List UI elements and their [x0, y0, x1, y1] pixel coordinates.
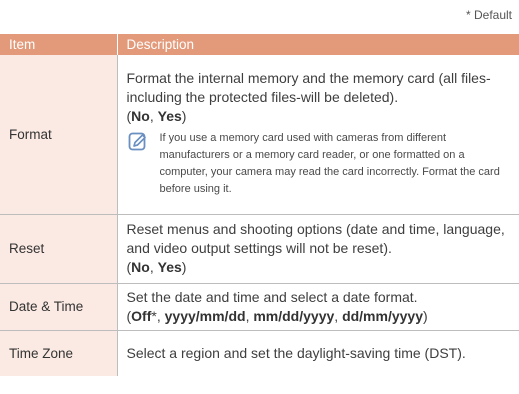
format-description-text: Format the internal memory and the memor… [126, 69, 491, 105]
date-time-options: (Off*, yyyy/mm/dd, mm/dd/yyyy, dd/mm/yyy… [126, 307, 428, 324]
settings-table: Item Description Format Format the inter… [0, 34, 519, 376]
table-row-format: Format Format the internal memory and th… [0, 55, 519, 215]
date-time-description-text: Set the date and time and select a date … [126, 288, 418, 305]
header-item: Item [0, 34, 117, 55]
option-no: No [131, 259, 150, 275]
option-dd-mm-yyyy: dd/mm/yyyy [342, 307, 423, 324]
note-pencil-icon [128, 132, 146, 151]
reset-description-text: Reset menus and shooting options (date a… [126, 221, 505, 256]
option-yyyy-mm-dd: yyyy/mm/dd [164, 307, 246, 324]
option-mm-dd-yyyy: mm/dd/yyyy [253, 307, 335, 324]
option-off: Off [131, 307, 152, 324]
description-time-zone: Select a region and set the daylight-sav… [116, 330, 519, 376]
table-row-time-zone: Time Zone Select a region and set the da… [0, 330, 519, 376]
option-yes: Yes [157, 107, 182, 124]
description-format: Format the internal memory and the memor… [116, 55, 519, 215]
reset-options: (No, Yes) [126, 259, 187, 275]
description-reset: Reset menus and shooting options (date a… [116, 214, 519, 284]
item-reset: Reset [0, 214, 117, 284]
format-note: If you use a memory card used with camer… [127, 130, 514, 198]
option-no: No [131, 107, 150, 124]
item-format: Format [0, 55, 117, 215]
description-date-time: Set the date and time and select a date … [116, 283, 519, 331]
option-yes: Yes [157, 259, 182, 275]
format-options: (No, Yes) [126, 107, 187, 124]
format-note-text: If you use a memory card used with camer… [159, 131, 500, 195]
table-row-reset: Reset Reset menus and shooting options (… [0, 214, 519, 284]
header-description: Description [116, 34, 519, 55]
table-row-date-time: Date & Time Set the date and time and se… [0, 283, 519, 331]
item-time-zone: Time Zone [0, 330, 117, 376]
item-date-time: Date & Time [0, 283, 117, 331]
table-header: Item Description [0, 34, 519, 55]
default-footnote: * Default [465, 8, 512, 22]
